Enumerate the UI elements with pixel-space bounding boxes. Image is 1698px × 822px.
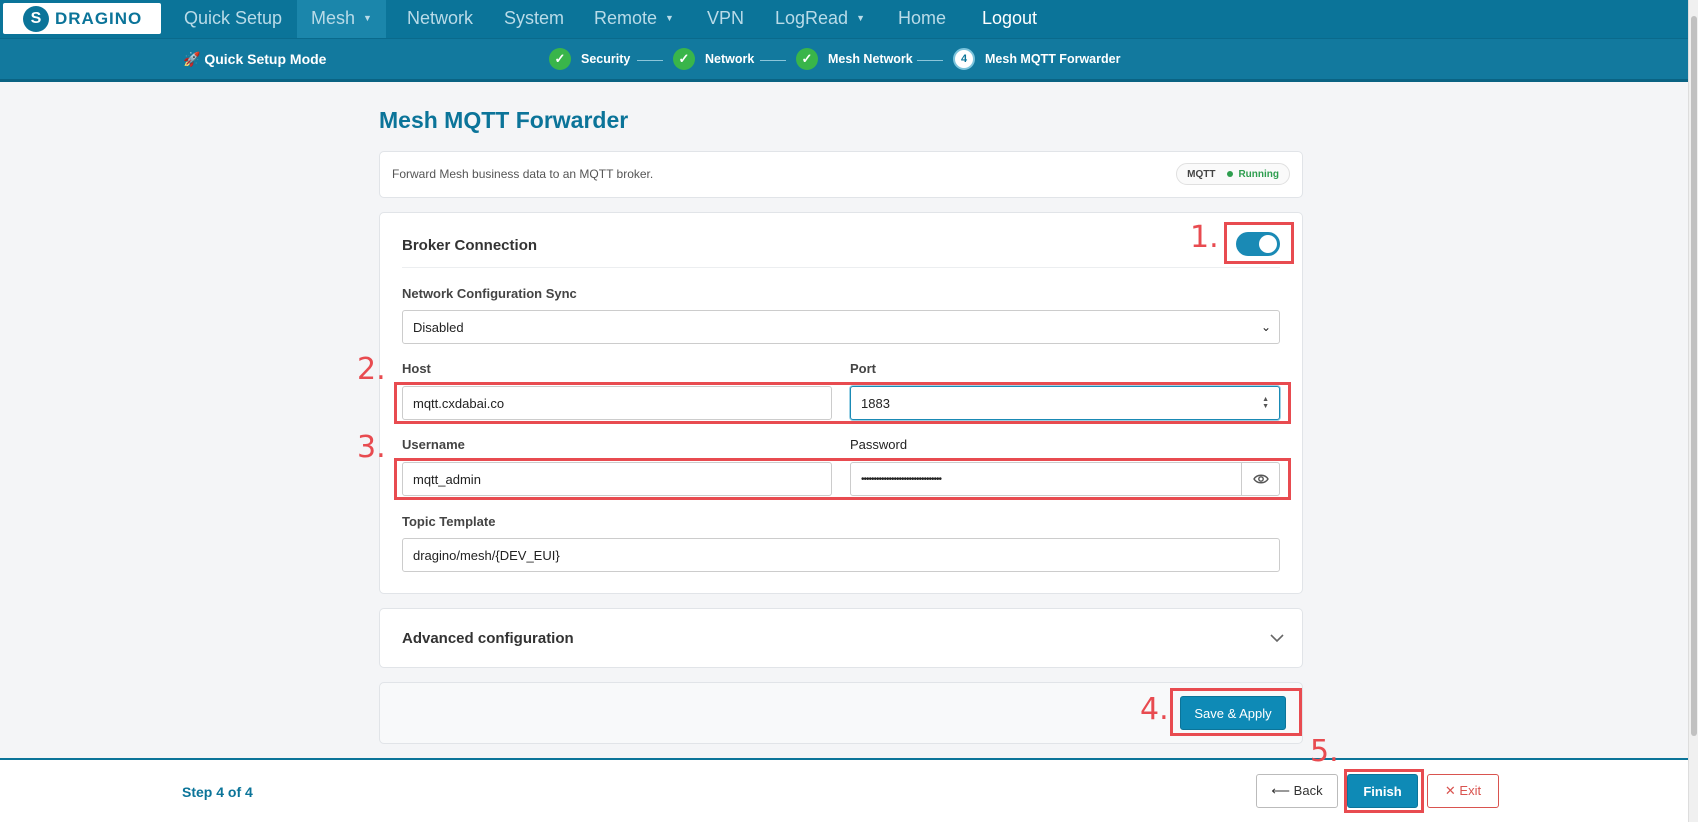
annotation-box-1 (1224, 222, 1294, 264)
quick-setup-mode-label: Quick Setup Mode (204, 51, 327, 67)
port-label: Port (850, 361, 876, 376)
sync-label: Network Configuration Sync (402, 286, 577, 301)
annotation-box-4 (1170, 688, 1302, 736)
back-button[interactable]: ⟵ Back (1256, 774, 1338, 808)
annotation-box-2 (394, 382, 1291, 424)
annotation-number-4: 4. (1140, 692, 1169, 727)
network-config-sync-select[interactable]: Disabled ⌄ (402, 310, 1280, 344)
topic-template-label: Topic Template (402, 514, 496, 529)
nav-logread[interactable]: LogRead ▼ (761, 0, 879, 38)
wizard-step-label: Network (705, 52, 755, 66)
check-icon: ✓ (796, 48, 818, 70)
brand-logo[interactable]: S DRAGINO (3, 3, 161, 34)
section-divider (402, 267, 1280, 268)
scrollbar-thumb[interactable] (1691, 16, 1697, 736)
annotation-number-5: 5. (1310, 734, 1339, 769)
nav-remote[interactable]: Remote ▼ (580, 0, 688, 38)
nav-vpn[interactable]: VPN (693, 0, 758, 38)
exit-button[interactable]: ✕ Exit (1427, 774, 1499, 808)
host-label: Host (402, 361, 431, 376)
nav-logout[interactable]: Logout (968, 0, 1051, 38)
advanced-config-card[interactable]: Advanced configuration (379, 608, 1303, 668)
wizard-step-security: ✓ Security (549, 48, 630, 70)
select-value: Disabled (413, 319, 464, 335)
wizard-step-label: Security (581, 52, 631, 66)
nav-system[interactable]: System (490, 0, 578, 38)
brand-name: DRAGINO (55, 8, 143, 28)
page-description: Forward Mesh business data to an MQTT br… (392, 167, 654, 181)
page-scrollbar[interactable] (1688, 0, 1698, 822)
password-label: Password (850, 437, 908, 452)
annotation-number-2: 2. (357, 352, 386, 387)
check-icon: ✓ (673, 48, 695, 70)
chevron-down-icon: ▼ (665, 13, 674, 23)
broker-connection-title: Broker Connection (402, 237, 538, 254)
status-badge: MQTT Running (1176, 163, 1290, 185)
wizard-step-label: Mesh Network (828, 52, 913, 66)
description-card: Forward Mesh business data to an MQTT br… (379, 151, 1303, 198)
username-label: Username (402, 437, 465, 452)
dragino-logo-icon: S (23, 5, 49, 32)
annotation-box-5 (1344, 769, 1424, 813)
page-title: Mesh MQTT Forwarder (379, 107, 629, 133)
step-connector (917, 60, 943, 61)
badge-status: Running (1238, 168, 1279, 180)
annotation-box-3 (394, 458, 1291, 500)
advanced-config-title: Advanced configuration (402, 630, 574, 647)
step-counter: Step 4 of 4 (182, 784, 253, 800)
annotation-number-3: 3. (357, 430, 386, 465)
chevron-down-icon: ⌄ (1260, 320, 1271, 334)
chevron-down-icon[interactable] (1270, 631, 1284, 646)
wizard-step-label: Mesh MQTT Forwarder (985, 52, 1121, 66)
status-dot-icon (1227, 171, 1234, 177)
quick-setup-mode: 🚀 Quick Setup Mode (183, 51, 326, 68)
nav-quick-setup[interactable]: Quick Setup (170, 0, 296, 38)
wizard-step-mesh-mqtt-forwarder: 4 Mesh MQTT Forwarder (953, 48, 1120, 70)
topic-template-input[interactable]: dragino/mesh/{DEV_EUI} (402, 538, 1280, 572)
step-number-icon: 4 (953, 48, 975, 70)
top-navbar: S DRAGINO Quick Setup Mesh ▼ Network Syst… (0, 0, 1688, 38)
step-connector (760, 60, 786, 61)
wizard-header: 🚀 Quick Setup Mode ✓ Security ✓ Network … (0, 38, 1688, 82)
nav-mesh[interactable]: Mesh ▼ (297, 0, 386, 38)
nav-network[interactable]: Network (393, 0, 487, 38)
wizard-footer: Step 4 of 4 ⟵ Back Finish ✕ Exit (0, 758, 1688, 822)
nav-home[interactable]: Home (884, 0, 960, 38)
wizard-step-network: ✓ Network (673, 48, 754, 70)
wizard-step-mesh-network: ✓ Mesh Network (796, 48, 913, 70)
step-connector (637, 60, 663, 61)
check-icon: ✓ (549, 48, 571, 70)
annotation-number-1: 1. (1190, 220, 1219, 255)
chevron-down-icon: ▼ (363, 13, 372, 23)
badge-service: MQTT (1187, 168, 1216, 180)
topic-template-value: dragino/mesh/{DEV_EUI} (413, 547, 560, 563)
rocket-icon: 🚀 (183, 51, 201, 67)
chevron-down-icon: ▼ (856, 13, 865, 23)
